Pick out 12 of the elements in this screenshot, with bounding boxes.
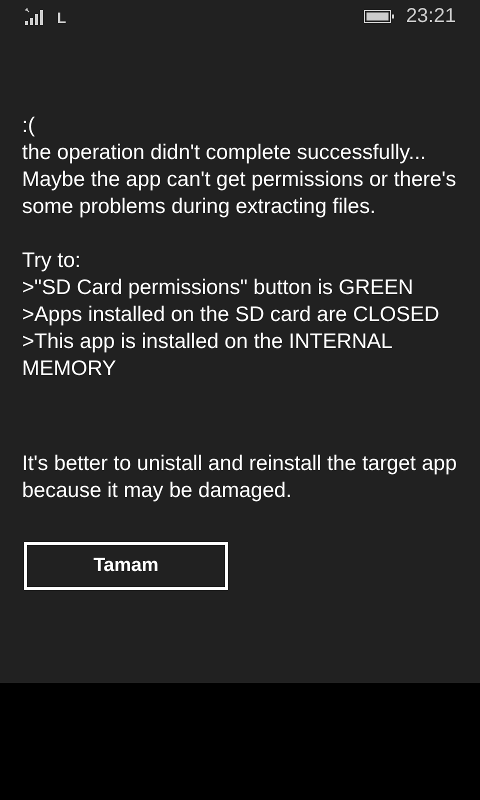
message-text: Try to: — [22, 248, 82, 274]
message-text: >"SD Card permissions" button is GREEN — [22, 275, 414, 301]
message-text: the operation didn't complete successfully... — [22, 140, 428, 166]
message-text: >Apps installed on the SD card are CLOSED — [22, 302, 440, 328]
clock-time: 23:21 — [406, 4, 456, 28]
network-type: L — [57, 10, 66, 26]
battery-icon — [364, 10, 394, 22]
message-text: Maybe the app can't get permissions or there's some problems during extracting files. — [22, 167, 458, 220]
message-text: >This app is installed on the INTERNAL MEMORY — [22, 329, 393, 382]
message-text: It's better to unistall and reinstall the target app because it may be damaged. — [22, 451, 458, 504]
message-text: :( — [22, 113, 36, 139]
ok-button[interactable]: Tamam — [24, 542, 228, 590]
